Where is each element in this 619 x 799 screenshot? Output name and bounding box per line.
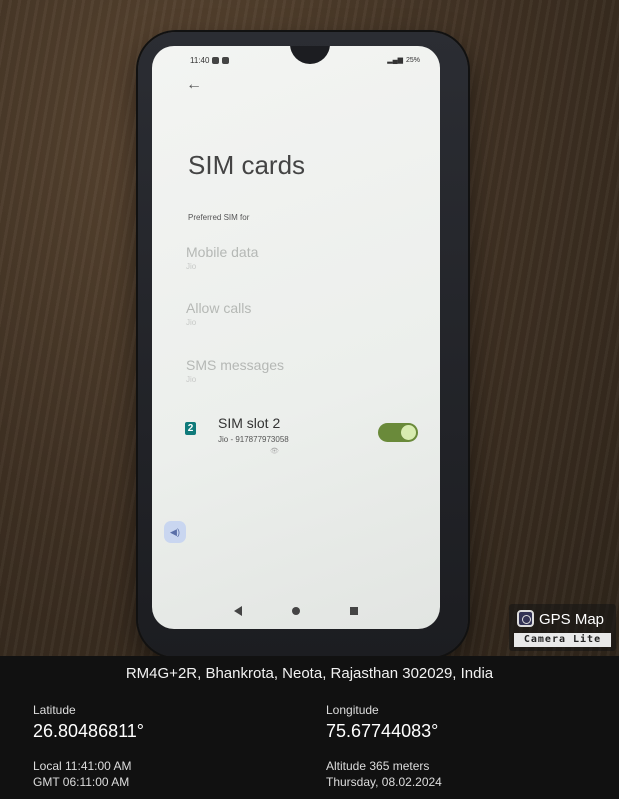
camera-notch — [290, 46, 330, 64]
longitude-value: 75.67744083° — [326, 721, 439, 741]
pref-title: SMS messages — [186, 357, 285, 373]
pref-title: Mobile data — [186, 244, 259, 260]
address-text: RM4G+2R, Bhankrota, Neota, Rajasthan 302… — [125, 665, 494, 682]
section-label: Preferred SIM for — [188, 213, 250, 222]
date: Thursday, 08.02.2024 — [326, 775, 442, 789]
latitude-value: 26.80486811° — [33, 721, 144, 741]
pref-allow-calls[interactable]: Allow calls Jio — [186, 300, 251, 327]
toggle-knob — [401, 425, 416, 440]
status-time: 11:40 — [190, 56, 210, 65]
altitude: Altitude 365 meters — [326, 759, 430, 773]
camera-app-icon — [517, 610, 534, 627]
longitude-label: Longitude — [326, 703, 379, 717]
pref-mobile-data[interactable]: Mobile data Jio — [186, 244, 258, 271]
sim-slot-icon: 2 — [185, 422, 196, 435]
battery-level: 25% — [405, 56, 420, 64]
pref-subtitle: Jio — [186, 262, 197, 271]
navigation-bar — [152, 593, 440, 629]
pref-sms-messages[interactable]: SMS messages Jio — [186, 357, 284, 384]
badge-title: GPS Map — [539, 611, 605, 628]
notification-icon — [222, 57, 230, 64]
pref-subtitle: Jio — [186, 318, 197, 327]
latitude-label: Latitude — [33, 703, 76, 717]
signal-icon: ▂▄▆ — [387, 57, 403, 64]
phone-screen: 11:40 ▂▄▆ 25% ← SIM cards Preferred SIM … — [152, 46, 440, 629]
pref-subtitle: Jio — [186, 375, 197, 384]
local-time: Local 11:41:00 AM — [33, 759, 132, 773]
notification-icon — [212, 57, 220, 64]
gmt-time: GMT 06:11:00 AM — [33, 775, 130, 789]
sim-slot-subtitle: Jio - 917877973058 — [218, 435, 289, 444]
status-bar-right: ▂▄▆ 25% — [387, 56, 420, 65]
nav-back-icon[interactable] — [234, 606, 242, 616]
back-arrow-icon[interactable]: ← — [186, 76, 202, 94]
status-bar-left: 11:40 — [190, 56, 230, 65]
pref-title: Allow calls — [186, 300, 252, 316]
gps-map-camera-badge: GPS Map Camera Lite — [509, 604, 616, 651]
eye-icon: 👁 — [270, 448, 279, 455]
badge-subtitle: Camera Lite — [514, 633, 611, 647]
nav-home-icon[interactable] — [292, 607, 300, 615]
nav-recent-icon[interactable] — [350, 607, 358, 615]
page-title: SIM cards — [188, 150, 306, 180]
volume-icon[interactable]: ◀) — [164, 521, 186, 543]
sim-slot-toggle[interactable] — [378, 423, 418, 442]
sim-slot-title[interactable]: SIM slot 2 — [218, 415, 280, 431]
location-info-panel: RM4G+2R, Bhankrota, Neota, Rajasthan 302… — [0, 656, 619, 799]
